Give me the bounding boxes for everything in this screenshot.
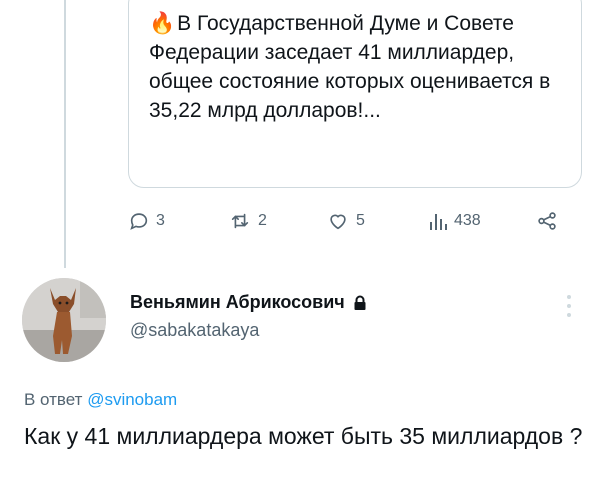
author-handle[interactable]: @sabakatakaya xyxy=(130,320,259,341)
share-button[interactable] xyxy=(536,206,558,236)
thread-connector-line xyxy=(64,0,66,268)
fire-icon: 🔥 xyxy=(149,12,176,35)
author-name[interactable]: Веньямин Абрикосович xyxy=(130,292,345,313)
quoted-tweet-body: В Государственной Думе и Совете Федераци… xyxy=(149,12,551,122)
reply-prefix: В ответ xyxy=(24,390,83,409)
like-button[interactable]: 5 xyxy=(326,206,365,236)
reply-to-handle-link[interactable]: @svinobam xyxy=(87,390,177,409)
repost-count: 2 xyxy=(258,212,267,229)
views-count: 438 xyxy=(454,212,481,229)
dog-avatar-icon xyxy=(22,278,106,362)
reply-context: В ответ @svinobam xyxy=(24,390,177,410)
views-chart-icon xyxy=(430,214,447,230)
author-name-row: Веньямин Абрикосович xyxy=(130,292,367,313)
quoted-tweet-text: 🔥В Государственной Думе и Совете Федерац… xyxy=(149,9,569,125)
heart-icon xyxy=(330,214,346,230)
reply-button[interactable]: 3 xyxy=(128,206,165,236)
avatar[interactable] xyxy=(22,278,106,362)
repost-icon xyxy=(231,213,249,229)
like-count: 5 xyxy=(356,212,365,229)
tweet-actions-bar: 3 2 5 438 xyxy=(128,206,582,236)
views-button[interactable]: 438 xyxy=(428,206,481,236)
lock-icon xyxy=(354,295,366,310)
share-icon xyxy=(538,212,556,230)
quoted-tweet-card[interactable]: 🔥В Государственной Думе и Совете Федерац… xyxy=(128,0,582,188)
more-options-icon[interactable] xyxy=(566,293,572,319)
repost-button[interactable]: 2 xyxy=(228,206,267,236)
reply-icon xyxy=(130,213,148,230)
reply-count: 3 xyxy=(156,212,165,229)
reply-tweet-text: Как у 41 миллиардера может быть 35 милли… xyxy=(24,423,583,449)
